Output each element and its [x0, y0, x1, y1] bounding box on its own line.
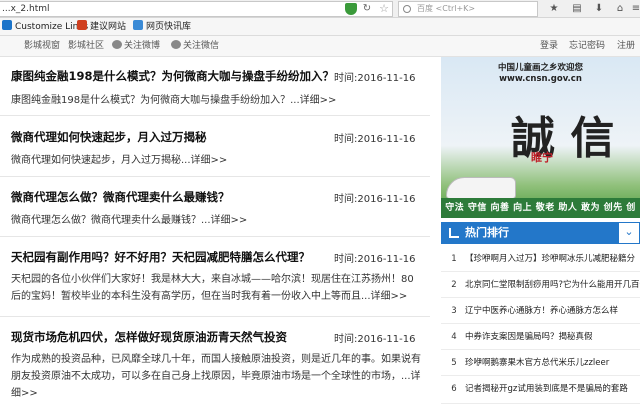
ie-icon	[77, 20, 87, 30]
article-title[interactable]: 康图纯金融198是什么模式？为何微商大咖与操盘手纷纷加入？	[11, 68, 334, 84]
article-summary: 康图纯金融198是什么模式？为何微商大咖与操盘手纷纷加入？...详细>>	[11, 95, 337, 106]
banner-slogan-strip: 守法 守信 向善 向上 敬老 助人 敢为 创先 创优	[441, 198, 640, 233]
article-summary: 作为成熟的投资品种，已风靡全球几十年，而国人接触原油投资，则是近几年的事。如果说…	[11, 354, 421, 399]
hot-item[interactable]: 4 中券诈支案因是骗局吗？揭秘真假	[441, 324, 640, 350]
url-text: ...x_2.html	[2, 4, 50, 14]
nav-follow-wechat[interactable]: 关注微信	[171, 40, 219, 53]
home-icon[interactable]: ⌂	[614, 3, 626, 15]
list-item: 现货市场危机四伏，怎样做好现货原油沥青天然气投资 时间:2016-11-16 作…	[0, 317, 430, 404]
hot-ranking-title: 热门排行	[465, 226, 509, 239]
nav-cinema-community[interactable]: 影城社区	[68, 40, 104, 53]
banner-big-text: 誠 信	[511, 113, 615, 164]
article-time: 时间:2016-11-16	[334, 134, 416, 145]
web-slice-icon	[133, 20, 143, 30]
download-icon[interactable]: ⬇	[593, 3, 605, 15]
article-title[interactable]: 现货市场危机四伏，怎样做好现货原油沥青天然气投资	[11, 329, 287, 345]
site-top-nav: 影城视窗 影城社区 关注微博 关注微信 登录 忘记密码 注册	[0, 36, 640, 57]
bookmark-web-slice[interactable]: 网页快讯库	[133, 20, 191, 34]
nav-cinema-window[interactable]: 影城视窗	[24, 40, 60, 53]
search-placeholder: 百度 <Ctrl+K>	[417, 4, 476, 13]
shield-icon[interactable]	[345, 3, 357, 15]
hot-item[interactable]: 3 辽宁中医养心通脉方！养心通脉方怎么样	[441, 298, 640, 324]
article-time: 时间:2016-11-16	[334, 194, 416, 205]
hot-item[interactable]: 6 记者揭秘开gz试用装到底是不是骗局的套路	[441, 376, 640, 404]
banner-heading: 中国儿童画之乡欢迎您 www.cnsn.gov.cn	[497, 63, 583, 84]
reload-icon[interactable]: ↻	[361, 3, 373, 15]
article-time: 时间:2016-11-16	[334, 334, 416, 345]
hot-ranking-header: 热门排行 ⌄	[441, 222, 640, 244]
read-more-link[interactable]: 详细>>	[371, 291, 408, 302]
browser-toolbar: ...x_2.html ↻ ☆ 百度 <Ctrl+K> ★ ▤ ⬇ ⌂ ≡	[0, 0, 640, 18]
integrity-banner[interactable]: 中国儿童画之乡欢迎您 www.cnsn.gov.cn 誠 信 睢宁	[441, 57, 640, 218]
url-bar[interactable]: ...x_2.html	[0, 1, 393, 17]
hot-item[interactable]: 1 【珍咿啊月入过万】珍咿啊冰乐儿减肥秘籍分	[441, 246, 640, 272]
register-link[interactable]: 注册	[617, 40, 635, 53]
banner-city-text: 睢宁	[531, 151, 553, 164]
page-icon	[2, 20, 12, 30]
article-summary: 微商代理怎么做？微商代理卖什么最赚钱？...详细>>	[11, 215, 248, 226]
article-title[interactable]: 天杞园有副作用吗？好不好用？天杞园减肥特膳怎么代理？	[11, 249, 310, 265]
bookmark-star-icon[interactable]: ☆	[378, 3, 390, 15]
library-icon[interactable]: ▤	[571, 3, 583, 15]
hot-item[interactable]: 5 珍咿啊鹅寨果木官方总代米乐儿zzleer	[441, 350, 640, 376]
chevron-down-icon[interactable]: ⌄	[618, 222, 640, 244]
read-more-link[interactable]: 详细>>	[191, 155, 228, 166]
read-more-link[interactable]: 详细>>	[300, 95, 337, 106]
list-item: 微商代理怎么做？微商代理卖什么最赚钱？ 时间:2016-11-16 微商代理怎么…	[0, 177, 430, 237]
bookmark-customize-links[interactable]: Customize Links	[2, 20, 88, 34]
menu-icon[interactable]: ≡	[630, 3, 640, 15]
list-item: 康图纯金融198是什么模式？为何微商大咖与操盘手纷纷加入？ 时间:2016-11…	[0, 57, 430, 116]
search-input[interactable]: 百度 <Ctrl+K>	[398, 1, 538, 17]
list-item: 微商代理如何快速起步，月入过万揭秘 时间:2016-11-16 微商代理如何快速…	[0, 116, 430, 177]
login-link[interactable]: 登录	[540, 40, 558, 53]
article-title[interactable]: 微商代理如何快速起步，月入过万揭秘	[11, 129, 207, 145]
list-item: 天杞园有副作用吗？好不好用？天杞园减肥特膳怎么代理？ 时间:2016-11-16…	[0, 237, 430, 317]
article-summary: 微商代理如何快速起步，月入过万揭秘...详细>>	[11, 155, 228, 166]
article-title[interactable]: 微商代理怎么做？微商代理卖什么最赚钱？	[11, 189, 230, 205]
forgot-password-link[interactable]: 忘记密码	[569, 40, 605, 53]
wechat-icon	[171, 40, 181, 49]
nav-follow-weibo[interactable]: 关注微博	[112, 40, 160, 53]
hot-item[interactable]: 2 北京同仁堂限制刮痧用吗?它为什么能用开几百亿	[441, 272, 640, 298]
bookmarks-star-icon[interactable]: ★	[548, 3, 560, 15]
article-summary: 天杞园的各位小伙伴们大家好！我是林大大，来自冰城——哈尔滨！现居住在江苏扬州！8…	[11, 274, 414, 302]
bar-chart-icon	[449, 228, 459, 238]
search-icon	[403, 5, 411, 13]
train-illustration	[446, 177, 516, 199]
weibo-icon	[112, 40, 122, 49]
article-time: 时间:2016-11-16	[334, 73, 416, 84]
bookmark-suggested-sites[interactable]: 建议网站	[77, 20, 126, 34]
article-time: 时间:2016-11-16	[334, 254, 416, 265]
read-more-link[interactable]: 详细>>	[211, 215, 248, 226]
bookmarks-toolbar: Customize Links 建议网站 网页快讯库	[0, 18, 640, 36]
